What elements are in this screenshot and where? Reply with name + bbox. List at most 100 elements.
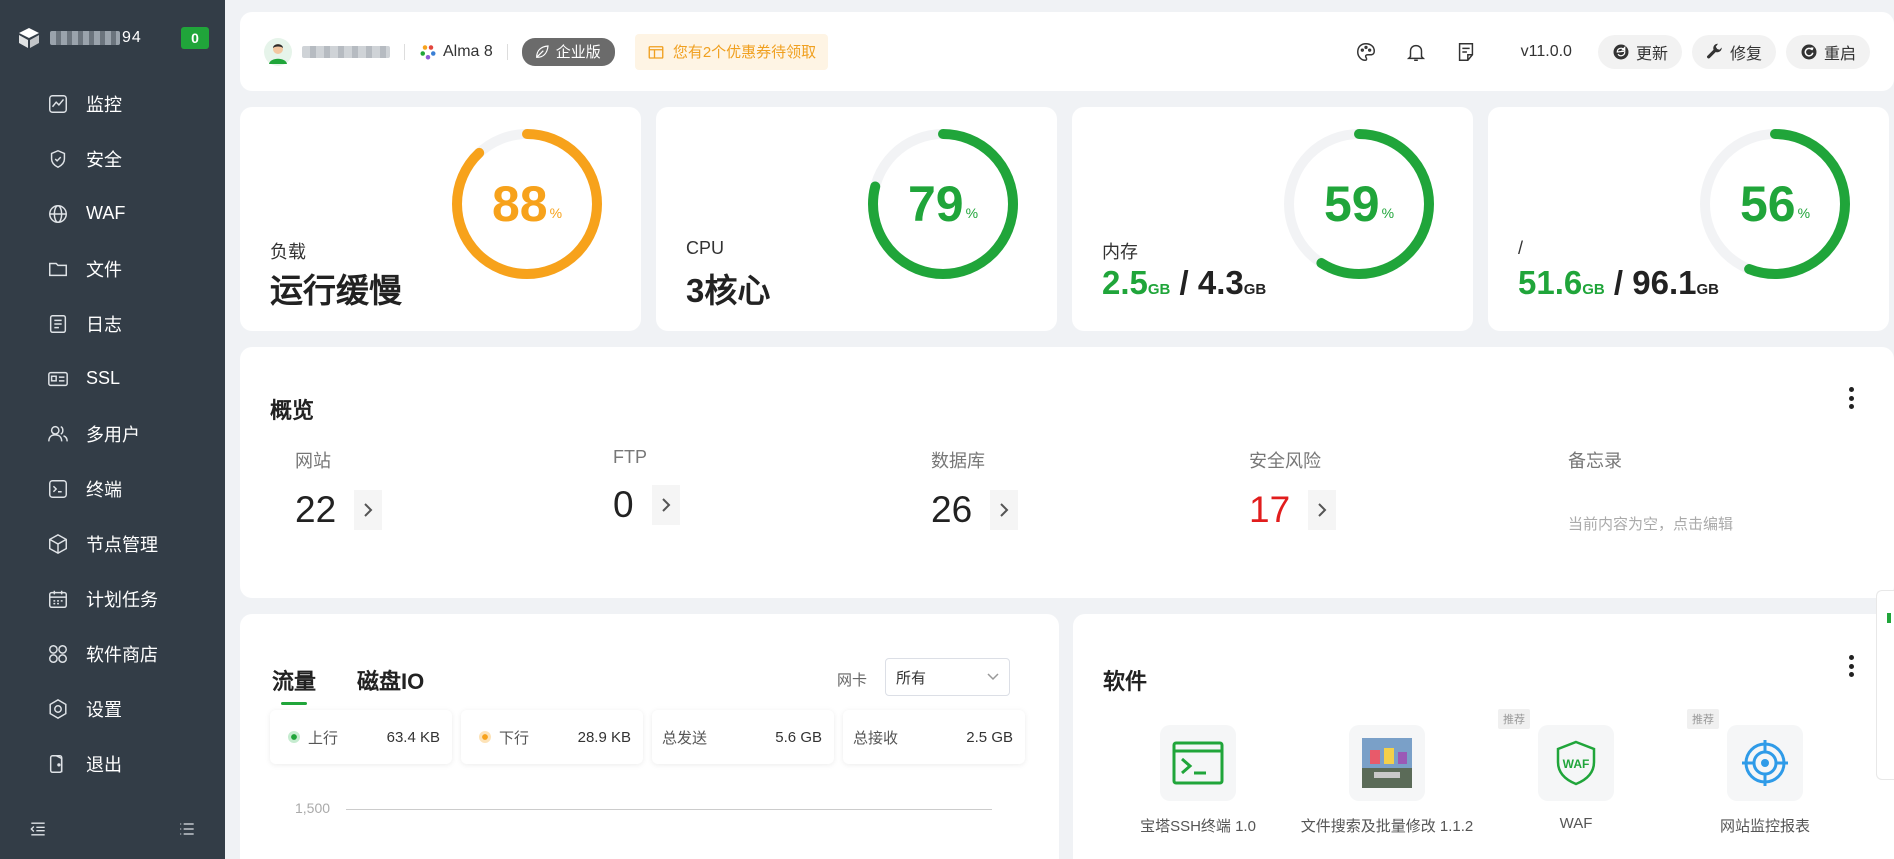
overview-databases[interactable]: 数据库 26 [931,447,1019,531]
chevron-right-icon[interactable] [354,490,383,530]
chevron-right-icon[interactable] [651,485,680,525]
chevron-right-icon[interactable] [1308,490,1337,530]
cpu-cores: 3核心 [686,272,771,309]
security-risk-count[interactable]: 17 [1249,489,1290,531]
restart-label: 重启 [1823,45,1856,63]
menu-list-icon[interactable] [177,819,197,844]
total-received-label: 总接收 [853,729,899,747]
nic-select[interactable]: 所有 [885,658,1010,696]
disk-card[interactable]: 56% / 51.6GB / 96.1GB [1488,107,1889,331]
ssh-terminal-icon[interactable] [1160,725,1236,801]
overview-security-risk[interactable]: 安全风险 17 [1249,447,1337,531]
notification-bell-icon[interactable] [1404,40,1428,64]
floating-side-tab[interactable] [1876,590,1894,780]
overview-more-icon[interactable] [1848,387,1854,409]
total-sent-metric: 总发送 5.6 GB [652,710,834,764]
software-name: 宝塔SSH终端 1.0 [1140,818,1256,835]
sidebar-item-label: 监控 [86,94,122,115]
load-percent: 88% [491,176,563,232]
memo-placeholder[interactable]: 当前内容为空，点击编辑 [1568,513,1733,534]
sidebar-item-settings[interactable]: 设置 [0,681,225,736]
database-count[interactable]: 26 [931,489,972,531]
sidebar-item-monitor[interactable]: 监控 [0,76,225,131]
sidebar-item-cron[interactable]: 计划任务 [0,571,225,626]
cube-icon [46,532,70,556]
task-count-badge[interactable]: 0 [181,27,209,49]
sidebar-item-terminal[interactable]: 终端 [0,461,225,516]
overview-label: FTP [613,447,647,467]
sidebar-item-nodes[interactable]: 节点管理 [0,516,225,571]
overview-title: 概览 [270,398,315,423]
repair-label: 修复 [1729,45,1762,63]
id-card-icon [46,367,70,391]
theme-palette-icon[interactable] [1354,40,1378,64]
chevron-right-icon[interactable] [990,490,1019,530]
avatar[interactable] [264,37,292,66]
file-search-icon[interactable] [1349,725,1425,801]
download-dot-icon [479,731,491,743]
overview-panel: 概览 网站 22 FTP 0 数据库 26 安全风险 17 备忘录 当前内容为空… [240,347,1894,598]
cpu-card[interactable]: 79% CPU 3核心 [656,107,1057,331]
folder-icon [46,257,70,281]
top-bar-actions: v11.0.0 更新 修复 重启 [1341,34,1870,69]
top-bar: Alma 8 企业版 您有2个优惠券待领取 v11.0.0 更新 修复 重启 [240,12,1894,91]
panel-version[interactable]: v11.0.0 [1521,43,1572,61]
coupon-text: 您有2个优惠券待领取 [672,44,817,61]
total-sent-label: 总发送 [662,729,708,747]
sidebar-item-security[interactable]: 安全 [0,131,225,186]
sidebar-item-logs[interactable]: 日志 [0,296,225,351]
software-item-ssh-terminal[interactable]: 宝塔SSH终端 1.0 [1103,725,1293,836]
sidebar-item-waf[interactable]: WAF [0,186,225,241]
enterprise-badge[interactable]: 企业版 [521,37,615,66]
sidebar-item-label: 安全 [86,149,122,170]
divider [404,43,405,60]
software-title: 软件 [1103,669,1148,694]
notes-icon[interactable] [1454,40,1478,64]
collapse-sidebar-icon[interactable] [28,819,48,844]
tab-traffic[interactable]: 流量 [272,664,316,696]
tab-disk-io[interactable]: 磁盘IO [357,664,424,696]
traffic-panel: 流量 磁盘IO 网卡 所有 上行 63.4 KB 下行 28.9 KB 总发送 … [240,614,1059,859]
sidebar-item-multi-user[interactable]: 多用户 [0,406,225,461]
logout-icon [46,752,70,776]
load-status: 运行缓慢 [270,272,402,309]
sidebar-item-ssl[interactable]: SSL [0,351,225,406]
coupon-banner[interactable]: 您有2个优惠券待领取 [634,33,829,70]
sidebar-item-label: 软件商店 [86,644,158,665]
restart-button[interactable]: 重启 [1785,34,1870,69]
overview-memo[interactable]: 备忘录 当前内容为空，点击编辑 [1568,447,1733,534]
overview-ftp[interactable]: FTP 0 [613,447,680,526]
software-more-icon[interactable] [1848,655,1854,677]
site-monitor-icon[interactable] [1727,725,1803,801]
calendar-icon [46,587,70,611]
coupon-icon [648,45,664,59]
svg-text:WAF: WAF [1563,757,1590,771]
sidebar-item-label: 多用户 [86,424,140,445]
waf-icon[interactable]: WAF [1538,725,1614,801]
terminal-icon [46,477,70,501]
sidebar-item-app-store[interactable]: 软件商店 [0,626,225,681]
settings-icon [46,697,70,721]
disk-usage: 51.6GB / 96.1GB [1518,264,1719,301]
memory-card[interactable]: 59% 内存 2.5GB / 4.3GB [1072,107,1473,331]
sidebar-item-files[interactable]: 文件 [0,241,225,296]
server-hostname: 94 [50,29,142,47]
software-item-file-search[interactable]: 文件搜索及批量修改 1.1.2 [1292,725,1482,836]
upload-metric: 上行 63.4 KB [270,710,452,764]
total-received-value: 2.5 GB [966,728,1013,746]
website-count[interactable]: 22 [295,489,336,531]
total-sent-value: 5.6 GB [775,728,822,746]
ftp-count[interactable]: 0 [613,484,634,526]
sidebar-item-logout[interactable]: 退出 [0,736,225,791]
overview-label: 安全风险 [1249,451,1321,471]
software-item-waf[interactable]: WAF WAF [1481,725,1671,832]
log-icon [46,312,70,336]
alma-linux-icon [420,44,436,59]
sidebar-footer [0,804,225,859]
repair-button[interactable]: 修复 [1691,34,1776,69]
update-button[interactable]: 更新 [1597,34,1682,69]
overview-websites[interactable]: 网站 22 [295,447,383,531]
memo-label: 备忘录 [1568,451,1622,471]
load-card[interactable]: 88% 负载 运行缓慢 [240,107,641,331]
software-item-site-monitor[interactable]: 网站监控报表 [1670,725,1860,836]
